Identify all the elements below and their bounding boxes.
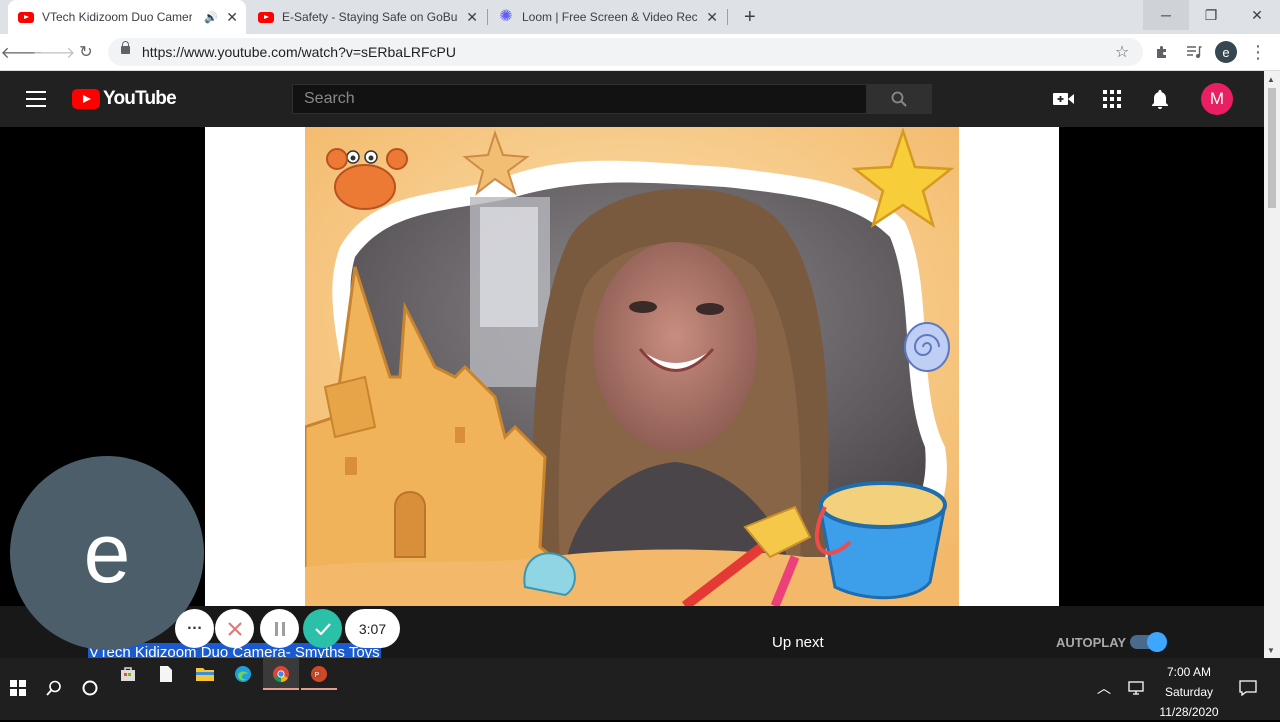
chrome-menu-icon[interactable]: ⋮ <box>1246 40 1270 64</box>
loom-cancel-button[interactable] <box>215 609 254 648</box>
tab-title: Loom | Free Screen & Video Reco <box>522 10 697 24</box>
loom-more-options-button[interactable]: … <box>175 609 214 648</box>
loom-camera-bubble[interactable]: e <box>10 456 204 650</box>
tab-title: E-Safety - Staying Safe on GoBub <box>282 10 457 24</box>
extensions-puzzle-icon[interactable] <box>1150 40 1174 64</box>
svg-text:P: P <box>315 672 320 679</box>
search-button[interactable] <box>866 84 932 114</box>
youtube-icon <box>18 11 34 23</box>
tab-divider <box>727 9 728 25</box>
browser-toolbar: 🡐 🡒 ↻ https://www.youtube.com/watch?v=sE… <box>0 34 1280 71</box>
tab-title: VTech Kidizoom Duo Camera <box>42 10 192 24</box>
video-still-image <box>305 127 959 606</box>
youtube-icon <box>258 11 274 23</box>
windows-taskbar: P ︿ 7:00 AM Saturday 11/28/2020 <box>0 658 1280 720</box>
loom-icon: ✺ <box>499 8 513 25</box>
search-input[interactable]: Search <box>292 84 867 114</box>
youtube-logo-text: YouTube <box>103 88 177 109</box>
profile-avatar[interactable]: e <box>1214 40 1238 64</box>
action-center-icon[interactable] <box>1230 672 1266 704</box>
youtube-logo[interactable]: YouTube <box>72 88 177 110</box>
media-control-icon[interactable] <box>1182 40 1206 64</box>
powerpoint-icon[interactable]: P <box>301 658 337 690</box>
cancel-x-icon <box>227 621 242 636</box>
autoplay-label: AUTOPLAY <box>1056 635 1127 650</box>
edge-browser-icon[interactable] <box>225 658 261 690</box>
close-tab-icon[interactable]: ✕ <box>226 9 238 26</box>
create-video-icon[interactable] <box>1052 87 1076 111</box>
loom-finish-button[interactable] <box>303 609 342 648</box>
address-bar[interactable]: https://www.youtube.com/watch?v=sERbaLRF… <box>108 38 1143 66</box>
checkmark-icon <box>314 622 331 635</box>
video-player[interactable] <box>205 127 1059 606</box>
url-text: https://www.youtube.com/watch?v=sERbaLRF… <box>142 44 456 60</box>
new-tab-button[interactable]: + <box>734 0 764 34</box>
tab-e-safety[interactable]: E-Safety - Staying Safe on GoBub ✕ <box>248 0 486 34</box>
youtube-play-icon <box>72 89 100 109</box>
restore-button[interactable]: ❐ <box>1188 0 1234 30</box>
search-icon <box>891 91 907 107</box>
youtube-header: YouTube Search M <box>0 71 1264 127</box>
lock-icon <box>121 41 130 54</box>
loom-recording-timer: 3:07 <box>345 609 400 648</box>
windows-start-icon[interactable] <box>0 672 36 704</box>
forward-arrow-icon[interactable]: 🡒 <box>33 40 76 64</box>
scroll-up-arrow-icon[interactable]: ▲ <box>1267 75 1275 84</box>
loom-pause-button[interactable] <box>260 609 299 648</box>
close-tab-icon[interactable]: ✕ <box>466 9 478 26</box>
clock-date: 11/28/2020 <box>1159 705 1219 719</box>
taskbar-search-icon[interactable] <box>36 672 72 704</box>
cortana-icon[interactable] <box>72 672 108 704</box>
show-hidden-icons-chevron-icon[interactable]: ︿ <box>1086 672 1122 704</box>
video-frame <box>305 127 959 606</box>
microsoft-store-icon[interactable] <box>110 658 146 690</box>
hamburger-menu-icon[interactable] <box>26 91 46 107</box>
scroll-down-arrow-icon[interactable]: ▼ <box>1267 646 1275 655</box>
apps-grid-icon[interactable] <box>1100 87 1124 111</box>
tab-vtech-kidizoom[interactable]: VTech Kidizoom Duo Camera 🔊 ✕ <box>8 0 246 34</box>
autoplay-toggle[interactable] <box>1130 632 1167 652</box>
chrome-browser-icon[interactable] <box>263 658 299 690</box>
bookmark-star-icon[interactable]: ☆ <box>1110 40 1134 64</box>
up-next-label: Up next <box>772 634 824 651</box>
minimize-button[interactable]: ─ <box>1143 0 1189 30</box>
toggle-knob <box>1147 632 1167 652</box>
reload-icon[interactable]: ↻ <box>74 40 98 64</box>
notifications-bell-icon[interactable] <box>1148 87 1172 111</box>
system-clock[interactable]: 7:00 AM Saturday 11/28/2020 <box>1148 662 1230 722</box>
clock-time: 7:00 AM <box>1166 665 1212 679</box>
back-arrow-icon[interactable]: 🡐 <box>1 40 44 64</box>
tab-loom[interactable]: ✺ Loom | Free Screen & Video Reco ✕ <box>488 0 726 34</box>
speaker-icon[interactable]: 🔊 <box>204 11 218 24</box>
file-icon[interactable] <box>148 658 184 690</box>
pause-icon <box>274 621 285 636</box>
account-avatar[interactable]: M <box>1201 83 1233 115</box>
browser-tab-strip: VTech Kidizoom Duo Camera 🔊 ✕ E-Safety -… <box>0 0 1280 34</box>
clock-day: Saturday <box>1164 685 1214 699</box>
page-scrollbar[interactable]: ▲ ▼ <box>1264 71 1280 658</box>
scrollbar-thumb[interactable] <box>1268 88 1276 208</box>
close-tab-icon[interactable]: ✕ <box>706 9 718 26</box>
file-explorer-icon[interactable] <box>187 658 223 690</box>
close-window-button[interactable]: ✕ <box>1234 0 1280 30</box>
